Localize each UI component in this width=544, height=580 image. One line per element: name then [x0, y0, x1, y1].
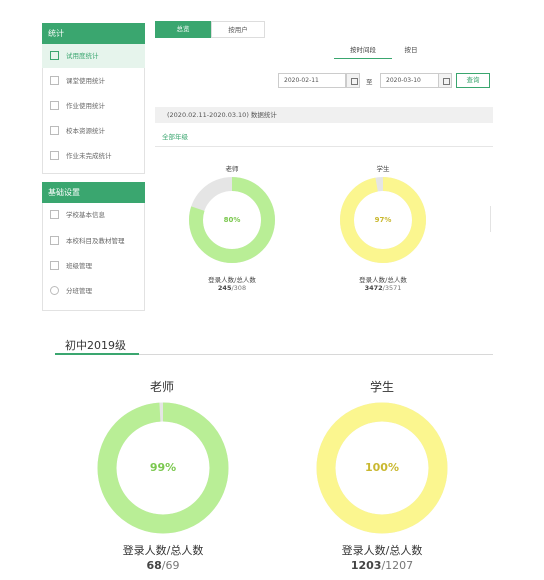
tab-overview[interactable]: 总览 — [155, 21, 211, 38]
sidebar-item-group-management[interactable]: 分班管理 — [42, 279, 145, 303]
grade-teacher-login-count: 68/69 — [146, 559, 180, 572]
grade-student-login-count: 1203/1207 — [350, 559, 414, 572]
date-range-separator: 至 — [366, 78, 373, 86]
start-date-input[interactable]: 2020-02-11 — [278, 73, 346, 88]
bar-chart-icon — [50, 126, 59, 135]
classroom-icon — [50, 76, 59, 85]
sidebar-item-subjects[interactable]: 本校科目及教材管理 — [42, 229, 145, 253]
list-icon — [50, 151, 59, 160]
sidebar-item-school-info[interactable]: 学校基本信息 — [42, 203, 145, 227]
sidebar-item-trial-stats[interactable]: 试用度统计 — [42, 44, 145, 68]
teacher-count-caption: 登录人数/总人数 — [208, 276, 256, 284]
sidebar-item-homework-stats[interactable]: 作业使用统计 — [42, 94, 145, 118]
sidebar-item-label: 校本资源统计 — [66, 127, 105, 135]
grade-student-label: 学生 — [369, 380, 394, 394]
sidebar-item-unfinished-homework[interactable]: 作业未完成统计 — [42, 144, 145, 168]
tab-by-user[interactable]: 按用户 — [211, 21, 265, 38]
student-login-percent: 97% — [374, 216, 392, 224]
next-card-edge — [490, 206, 494, 232]
book-icon — [50, 236, 59, 245]
stats-range-bar: (2020.02.11-2020.03.10) 数据统计 — [155, 107, 493, 123]
tab-all-grades[interactable]: 全部年级 — [162, 131, 188, 145]
sidebar-item-label: 课堂使用统计 — [66, 77, 105, 85]
start-calendar-icon[interactable] — [346, 73, 360, 88]
edit-icon — [50, 51, 59, 60]
group-icon — [50, 286, 59, 295]
sidebar-item-label: 分班管理 — [66, 287, 92, 295]
sidebar-item-classroom-stats[interactable]: 课堂使用统计 — [42, 69, 145, 93]
sidebar-item-label: 本校科目及教材管理 — [66, 237, 125, 245]
subtab-by-day[interactable]: 按日 — [396, 44, 426, 58]
sidebar-item-label: 作业使用统计 — [66, 102, 105, 110]
teacher-donut-label: 老师 — [225, 165, 239, 173]
teacher-login-count: 245/308 — [217, 284, 247, 292]
grade-student-count-caption: 登录人数/总人数 — [341, 544, 423, 557]
sidebar-section-settings-title: 基础设置 — [42, 182, 145, 203]
school-icon — [50, 210, 59, 219]
grade-teacher-count-caption: 登录人数/总人数 — [122, 544, 204, 557]
subtab-by-period[interactable]: 按时间段 — [334, 44, 392, 59]
teacher-login-percent: 80% — [223, 216, 241, 224]
query-button[interactable]: 查询 — [456, 73, 490, 88]
sidebar-item-class-management[interactable]: 班级管理 — [42, 254, 145, 278]
sidebar-item-label: 学校基本信息 — [66, 211, 105, 219]
grade-tab-divider — [155, 146, 493, 147]
sidebar-item-resource-stats[interactable]: 校本资源统计 — [42, 119, 145, 143]
grade-section-title[interactable]: 初中2019级 — [65, 337, 126, 353]
grade-teacher-percent: 99% — [149, 461, 177, 474]
sidebar-item-label: 试用度统计 — [66, 52, 99, 60]
homework-icon — [50, 101, 59, 110]
sidebar-item-label: 班级管理 — [66, 262, 92, 270]
sidebar-section-stats-title: 统计 — [42, 23, 145, 44]
class-icon — [50, 261, 59, 270]
grade-teacher-label: 老师 — [149, 380, 174, 394]
grade-student-percent: 100% — [365, 461, 399, 474]
student-donut-label: 学生 — [376, 165, 390, 173]
student-login-count: 3472/3571 — [364, 284, 402, 292]
student-count-caption: 登录人数/总人数 — [359, 276, 407, 284]
sidebar-item-label: 作业未完成统计 — [66, 152, 112, 160]
grade-section-active-underline — [55, 353, 139, 355]
end-calendar-icon[interactable] — [438, 73, 452, 88]
